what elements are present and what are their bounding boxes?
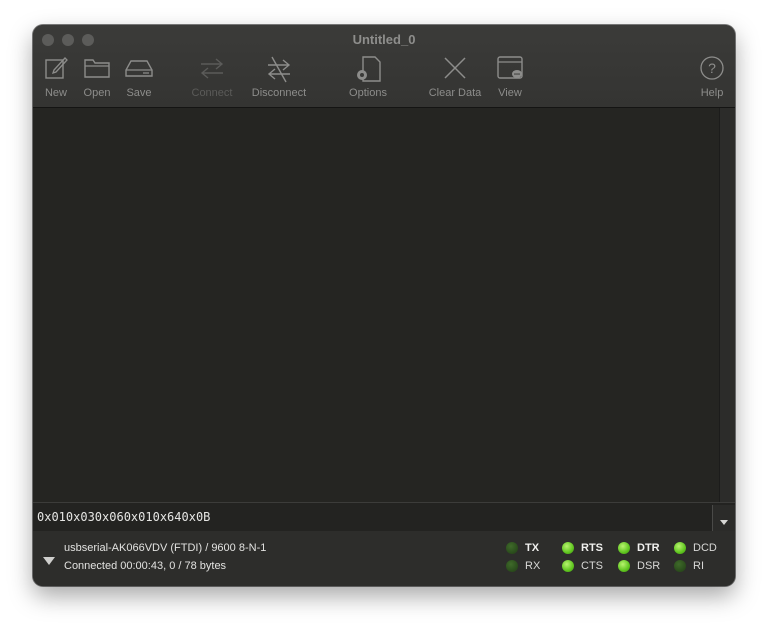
rx-label: RX [525,560,541,572]
send-input[interactable] [37,503,707,531]
dtr-led[interactable] [618,542,630,554]
history-dropdown-button[interactable] [712,505,735,531]
open-button[interactable]: Open [80,55,114,99]
help-label: Help [700,87,724,99]
disconnect-button[interactable]: Disconnect [247,55,311,99]
svg-text:?: ? [708,60,716,76]
terminal-output-area[interactable] [33,108,719,502]
dtr-label: DTR [637,542,660,554]
tx-label: TX [525,542,540,554]
rx-led [506,560,518,572]
connect-label: Connect [191,87,233,99]
new-button[interactable]: New [39,55,73,99]
view-label: View [498,87,522,99]
new-label: New [44,87,67,99]
options-label: Options [349,87,387,99]
ri-label: RI [693,560,704,572]
clear-data-label: Clear Data [428,87,482,99]
clear-data-button[interactable]: Clear Data [425,55,485,99]
hard-drive-icon [125,60,153,77]
cts-label: CTS [581,560,603,572]
new-document-icon [45,57,68,79]
disclosure-triangle-icon[interactable] [43,557,55,565]
view-window-icon [497,56,523,79]
port-settings-text: usbserial-AK066VDV (FTDI) / 9600 8-N-1 [64,542,267,554]
open-label: Open [83,87,111,99]
tx-led [506,542,518,554]
save-label: Save [126,87,152,99]
disconnect-icon [267,56,291,83]
folder-icon [84,59,110,78]
app-window: Untitled_0 New Open Save Connect Disconn… [33,25,735,586]
dcd-led [674,542,686,554]
help-button[interactable]: ? Help [695,55,729,99]
options-document-icon [357,56,381,82]
help-icon: ? [700,56,724,80]
dsr-led [618,560,630,572]
rts-led[interactable] [562,542,574,554]
rts-label: RTS [581,542,603,554]
vertical-scrollbar[interactable] [719,108,735,502]
dsr-label: DSR [637,560,661,572]
cts-led [562,560,574,572]
title-bar: Untitled_0 New Open Save Connect Disconn… [33,25,735,108]
chevron-down-icon [720,520,728,525]
clear-x-icon [444,57,466,79]
status-bar: usbserial-AK066VDV (FTDI) / 9600 8-N-1 C… [33,531,735,586]
view-button[interactable]: View [493,55,527,99]
options-button[interactable]: Options [343,55,393,99]
ri-led [674,560,686,572]
connect-button[interactable]: Connect [188,55,236,99]
window-title: Untitled_0 [352,32,416,47]
dcd-label: DCD [693,542,717,554]
disconnect-label: Disconnect [251,87,307,99]
connection-status-text: Connected 00:00:43, 0 / 78 bytes [64,560,227,572]
save-button[interactable]: Save [122,55,156,99]
connect-arrows-icon [200,58,224,79]
send-input-row [33,502,735,532]
